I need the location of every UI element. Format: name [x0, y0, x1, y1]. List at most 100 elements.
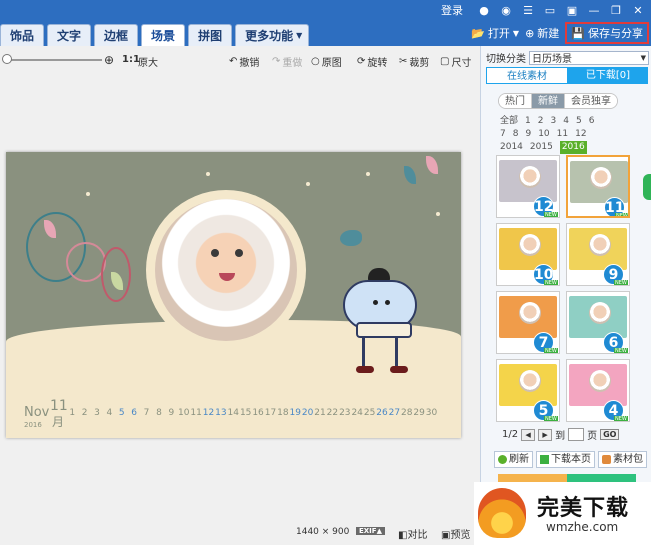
side-expand-handle[interactable]	[643, 174, 651, 200]
filter-option[interactable]: 5	[576, 115, 582, 128]
login-link[interactable]: 登录	[441, 2, 463, 18]
preview-button[interactable]: ▣预览	[441, 526, 470, 541]
filter-option[interactable]: 1	[525, 115, 531, 128]
scene-thumbnail[interactable]: 7 NEW	[496, 291, 560, 354]
zoom-slider-track[interactable]	[4, 59, 102, 61]
filter-option[interactable]: 3	[550, 115, 556, 128]
go-button[interactable]: GO	[600, 429, 620, 440]
subtab-new[interactable]: 新鲜	[532, 94, 565, 108]
panel-color-strip	[498, 474, 636, 482]
tab-downloaded[interactable]: 已下载[0]	[568, 67, 648, 84]
tab-collage[interactable]: 拼图	[188, 24, 233, 46]
zoom-in-icon[interactable]: ⊕	[104, 53, 114, 67]
download-page-button[interactable]: 下载本页	[536, 451, 595, 468]
open-button[interactable]: 📂 打开 ▼	[471, 25, 519, 41]
page-number-input[interactable]	[568, 428, 585, 441]
flower-ornament	[66, 242, 106, 282]
tab-accessories[interactable]: 饰品	[0, 24, 45, 46]
scene-thumbnail[interactable]: 11 NEW	[566, 155, 630, 218]
original-image-button[interactable]: ○ 原图	[311, 54, 342, 69]
scene-thumbnail[interactable]: 12 NEW	[496, 155, 560, 218]
size-button[interactable]: ▢ 尺寸	[440, 54, 471, 69]
thumbnail-photo	[519, 234, 541, 256]
filter-option[interactable]: 9	[525, 128, 531, 141]
compare-button[interactable]: ◧对比	[398, 526, 427, 541]
new-button[interactable]: ⊕ 新建	[525, 25, 559, 41]
skin-icon[interactable]: ▣	[565, 3, 579, 17]
filter-option[interactable]: 6	[589, 115, 595, 128]
size-label: 尺寸	[451, 58, 472, 69]
original-size-button[interactable]: 原大	[138, 54, 158, 69]
filter-option[interactable]: 12	[575, 128, 586, 141]
filter-option[interactable]: 7	[500, 128, 506, 141]
save-share-button[interactable]: 💾 保存与分享	[565, 22, 649, 44]
editing-canvas[interactable]: Nov 2016 11 月 1 2 3 4 5 6 7 8 9 10 11 12 13 14 15 16 17 1…	[0, 74, 480, 545]
compare-label: 对比	[407, 530, 428, 541]
weibo-icon[interactable]: ◉	[499, 3, 513, 17]
filter-option[interactable]: 11	[557, 128, 568, 141]
calendar-day: 10	[177, 408, 190, 418]
rotate-button[interactable]: ⟳ 旋转	[357, 54, 387, 69]
calendar-day: 16	[252, 408, 264, 418]
category-select[interactable]: 日历场景 ▼	[529, 50, 649, 65]
crop-button[interactable]: ✂ 裁剪	[399, 54, 429, 69]
scene-thumbnail[interactable]: 10 NEW	[496, 223, 560, 286]
minimize-icon[interactable]: —	[587, 3, 601, 17]
next-page-button[interactable]: ▶	[538, 428, 553, 441]
exif-button[interactable]: EXIF▲	[356, 527, 385, 535]
zoom-slider-handle[interactable]	[2, 54, 12, 64]
tab-more-features[interactable]: 更多功能 ▼	[235, 24, 310, 46]
filter-option[interactable]: 10	[538, 128, 549, 141]
subtab-hot[interactable]: 热门	[499, 94, 532, 108]
menu-icon[interactable]: ☰	[521, 3, 535, 17]
tab-online-materials[interactable]: 在线素材	[486, 67, 568, 84]
baby-photo[interactable]	[155, 199, 297, 341]
calendar-day: 7	[143, 408, 150, 418]
scene-thumbnail[interactable]: 5 NEW	[496, 359, 560, 422]
filter-option[interactable]: 全部	[500, 115, 518, 128]
filter-option[interactable]: 2	[538, 115, 544, 128]
filter-option[interactable]: 4	[563, 115, 569, 128]
tab-scene[interactable]: 场景	[141, 24, 186, 46]
undo-label: 撤销	[239, 58, 260, 69]
message-icon[interactable]: ▭	[543, 3, 557, 17]
thumbnail-photo	[519, 370, 541, 392]
redo-button[interactable]: ↷ 重做	[272, 54, 302, 69]
leaf-decoration	[426, 156, 438, 174]
editor-toolbar: ⊕ 1:1 原大 ↶ 撤销 ↷ 重做 ○ 原图 ⟳ 旋转 ✂ 裁剪 ▢ 尺寸	[0, 46, 480, 74]
baby-mouth	[219, 273, 235, 281]
calendar-day: 19	[289, 408, 301, 418]
filter-option[interactable]: 8	[513, 128, 519, 141]
calendar-day: 2	[81, 408, 88, 418]
scene-thumbnail[interactable]: 9 NEW	[566, 223, 630, 286]
qq-icon[interactable]: ●	[477, 3, 491, 17]
undo-button[interactable]: ↶ 撤销	[229, 54, 259, 69]
dot-decoration	[86, 192, 90, 196]
rotate-icon: ⟳	[357, 56, 366, 67]
restore-icon[interactable]: ❐	[609, 3, 623, 17]
pager: 1/2 ◀ ▶ 到 页 GO	[502, 427, 620, 442]
title-bar: 登录 ● ◉ ☰ ▭ ▣ — ❐ ✕	[0, 0, 651, 20]
more-features-label: 更多功能	[245, 29, 294, 43]
tab-text[interactable]: 文字	[47, 24, 92, 46]
close-icon[interactable]: ✕	[631, 3, 645, 17]
plus-icon: ⊕	[525, 26, 535, 40]
cloud-eye	[385, 300, 390, 305]
tab-border[interactable]: 边框	[94, 24, 139, 46]
material-pack-button[interactable]: 素材包	[598, 451, 647, 468]
filter-option[interactable]: 2015	[530, 141, 553, 154]
scene-thumbnail[interactable]: 6 NEW	[566, 291, 630, 354]
filter-option[interactable]: 2014	[500, 141, 523, 154]
thumbnail-image	[569, 296, 627, 338]
subtab-vip[interactable]: 会员独享	[565, 94, 617, 108]
redo-label: 重做	[282, 58, 303, 69]
calendar-scene-image[interactable]: Nov 2016 11 月 1 2 3 4 5 6 7 8 9 10 11 12 13 14 15 16 17 1…	[6, 152, 461, 438]
thumbnail-image	[499, 160, 557, 202]
filter-option[interactable]: 2016	[559, 141, 587, 154]
new-badge: NEW	[615, 213, 628, 218]
crop-label: 裁剪	[409, 58, 430, 69]
scene-thumbnail[interactable]: 4 NEW	[566, 359, 630, 422]
thumbnail-photo	[589, 234, 611, 256]
refresh-button[interactable]: 刷新	[494, 451, 533, 468]
prev-page-button[interactable]: ◀	[521, 428, 536, 441]
